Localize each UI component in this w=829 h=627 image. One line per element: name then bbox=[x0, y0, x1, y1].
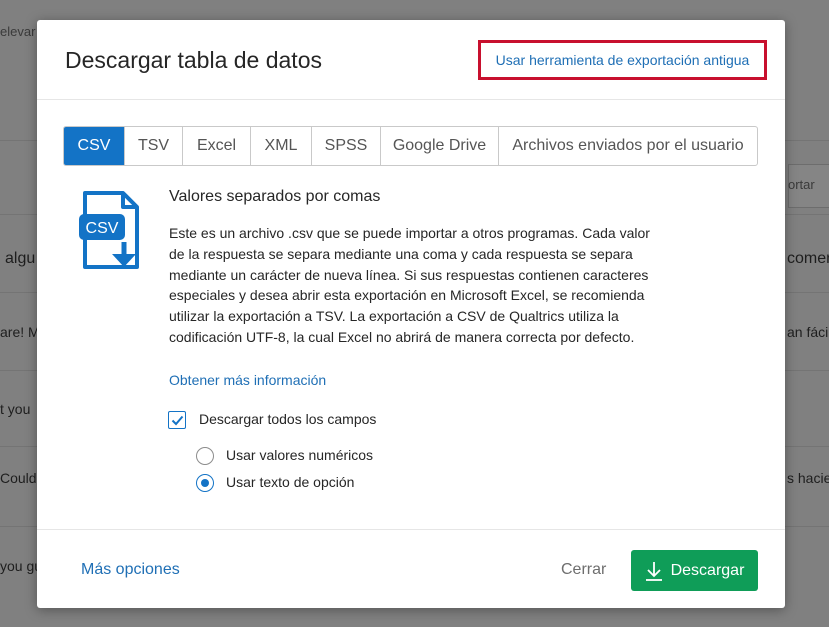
checkmark-icon bbox=[171, 415, 183, 425]
tab-csv[interactable]: CSV bbox=[64, 127, 125, 165]
format-tabs: CSV TSV Excel XML SPSS Google Drive Arch… bbox=[63, 126, 758, 166]
format-title: Valores separados por comas bbox=[169, 188, 381, 205]
bg-text-fragment: elevar bbox=[0, 24, 36, 39]
download-data-table-dialog: Descargar tabla de datos Usar herramient… bbox=[37, 20, 785, 608]
dialog-footer: Más opciones Cerrar Descargar bbox=[37, 529, 785, 608]
tab-spss[interactable]: SPSS bbox=[312, 127, 381, 165]
bg-text-fragment: comer bbox=[787, 250, 829, 267]
close-button[interactable]: Cerrar bbox=[561, 561, 606, 579]
legacy-export-highlight: Usar herramienta de exportación antigua bbox=[478, 40, 767, 80]
bg-text-fragment: are! M bbox=[0, 324, 40, 340]
download-button-label: Descargar bbox=[670, 561, 745, 579]
bg-text-fragment: s hacie bbox=[787, 470, 829, 486]
csv-file-icon: CSV bbox=[79, 191, 139, 269]
bg-text-fragment: you gu bbox=[0, 558, 43, 574]
tab-excel[interactable]: Excel bbox=[183, 127, 251, 165]
download-all-fields-checkbox[interactable] bbox=[168, 411, 186, 429]
csv-icon-label: CSV bbox=[86, 220, 119, 237]
choice-text-radio[interactable] bbox=[196, 474, 214, 492]
tab-google-drive[interactable]: Google Drive bbox=[381, 127, 499, 165]
bg-text-fragment: ortar bbox=[788, 177, 815, 192]
bg-text-fragment: Could bbox=[0, 470, 37, 486]
legacy-export-tool-link[interactable]: Usar herramienta de exportación antigua bbox=[496, 52, 750, 68]
bg-text-fragment: t you bbox=[0, 401, 31, 417]
download-button[interactable]: Descargar bbox=[631, 550, 758, 591]
format-description: Este es un archivo .csv que se puede imp… bbox=[169, 225, 650, 345]
learn-more-link[interactable]: Obtener más información bbox=[169, 372, 326, 388]
download-all-fields-label: Descargar todos los campos bbox=[199, 411, 377, 427]
numeric-values-radio[interactable] bbox=[196, 447, 214, 465]
numeric-values-label: Usar valores numéricos bbox=[226, 447, 374, 463]
more-options-link[interactable]: Más opciones bbox=[81, 561, 180, 579]
tab-user-submitted-files[interactable]: Archivos enviados por el usuario bbox=[499, 127, 757, 165]
tab-tsv[interactable]: TSV bbox=[125, 127, 183, 165]
tab-xml[interactable]: XML bbox=[251, 127, 312, 165]
choice-text-label: Usar texto de opción bbox=[226, 474, 355, 490]
bg-text-fragment: an fácil bbox=[787, 324, 829, 340]
dialog-header: Descargar tabla de datos Usar herramient… bbox=[37, 20, 785, 100]
download-icon bbox=[645, 561, 662, 581]
dialog-title: Descargar tabla de datos bbox=[65, 47, 322, 73]
bg-text-fragment: algu bbox=[5, 250, 36, 267]
